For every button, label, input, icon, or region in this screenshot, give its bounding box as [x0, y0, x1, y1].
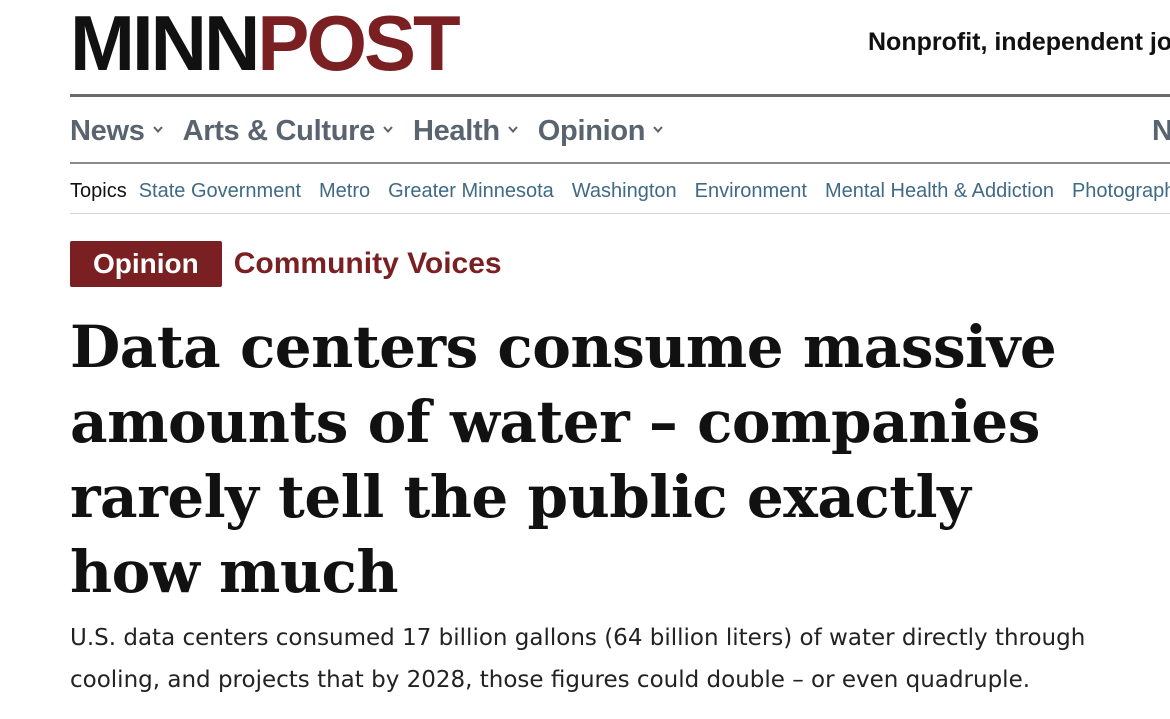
- topic-link-metro[interactable]: Metro: [319, 180, 370, 203]
- site-logo[interactable]: MINNPOST: [70, 4, 461, 82]
- chevron-down-icon: [152, 126, 163, 134]
- nav-item-overflow[interactable]: N: [1152, 108, 1170, 154]
- nav-divider: [70, 162, 1170, 164]
- logo-minn: MINN: [70, 0, 260, 87]
- nav-item-arts-culture[interactable]: Arts & Culture: [183, 115, 393, 148]
- nav-item-label: Health: [412, 114, 500, 147]
- topic-link-environment[interactable]: Environment: [695, 180, 807, 203]
- article-dek: U.S. data centers consumed 17 billion ga…: [70, 625, 1086, 693]
- topics-label: Topics: [70, 179, 127, 202]
- topic-link-greater-minnesota[interactable]: Greater Minnesota: [388, 180, 554, 203]
- masthead: MINNPOST Nonprofit, independent jo: [70, 4, 1170, 84]
- topic-link-mental-health-addiction[interactable]: Mental Health & Addiction: [825, 180, 1054, 203]
- topics-bar: Topics State Government Metro Greater Mi…: [70, 176, 1170, 206]
- section-link[interactable]: Community Voices: [234, 247, 502, 281]
- nav-item-opinion[interactable]: Opinion: [538, 115, 663, 148]
- topic-link-state-government[interactable]: State Government: [139, 180, 301, 203]
- opinion-badge[interactable]: Opinion: [70, 241, 222, 287]
- nav-item-label: Arts & Culture: [182, 114, 376, 147]
- article-labels: Opinion Community Voices: [70, 241, 502, 287]
- nav-item-health[interactable]: Health: [413, 115, 518, 148]
- nav-item-label: News: [70, 114, 145, 147]
- primary-nav: News Arts & Culture Health Opinion: [70, 108, 1170, 154]
- masthead-divider: [70, 94, 1170, 97]
- topics-divider: [70, 213, 1170, 214]
- logo-post: POST: [257, 0, 460, 87]
- topic-link-washington[interactable]: Washington: [572, 180, 677, 203]
- page: MINNPOST Nonprofit, independent jo News …: [70, 0, 1170, 719]
- chevron-down-icon: [383, 126, 393, 134]
- nav-item-label: Opinion: [537, 114, 646, 147]
- chevron-down-icon: [508, 126, 518, 134]
- chevron-down-icon: [653, 126, 663, 134]
- site-tagline: Nonprofit, independent jo: [868, 28, 1170, 56]
- article-headline: Data centers consume massive amounts of …: [70, 313, 1057, 606]
- topic-link-photography[interactable]: Photograph: [1072, 180, 1170, 203]
- nav-item-news[interactable]: News: [70, 115, 163, 148]
